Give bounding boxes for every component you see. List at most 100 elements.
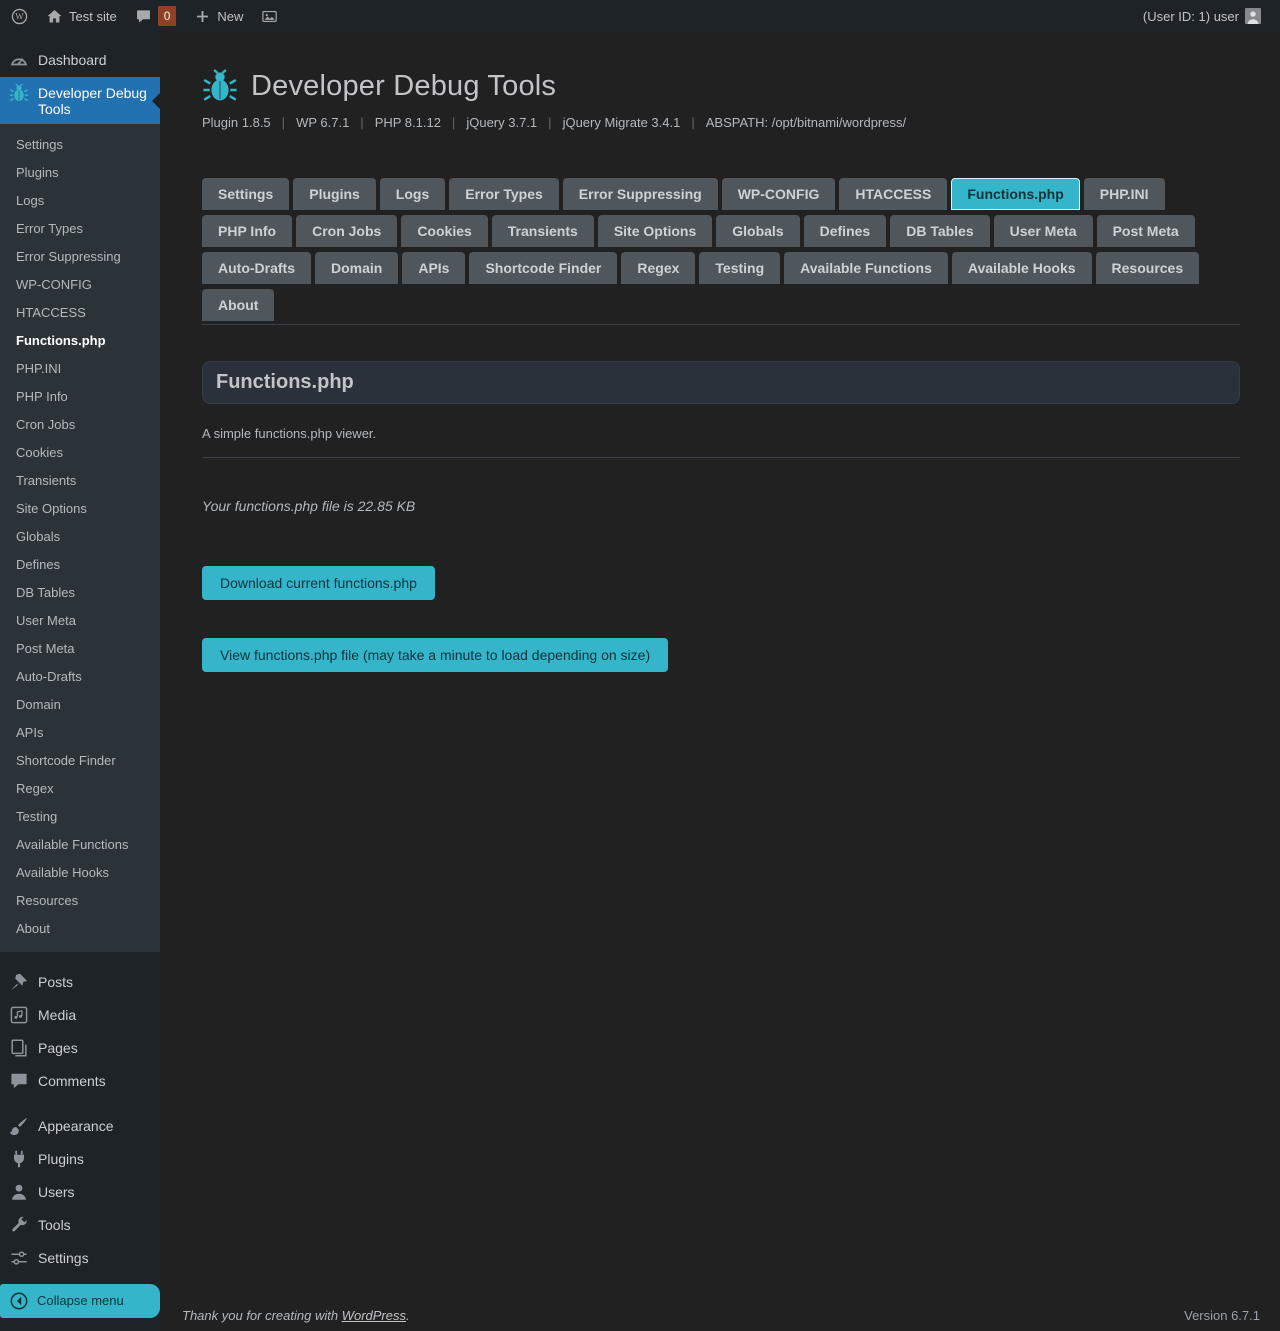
sidebar-item-plugins[interactable]: Plugins (0, 1143, 160, 1176)
account-menu[interactable]: (User ID: 1) user (1134, 0, 1270, 32)
collapse-menu-button[interactable]: Collapse menu (0, 1284, 160, 1318)
sidebar-subitem-transients[interactable]: Transients (0, 467, 160, 495)
tab-error-types[interactable]: Error Types (449, 178, 559, 210)
sidebar-item-users[interactable]: Users (0, 1176, 160, 1209)
sidebar-item-label: Media (38, 1006, 76, 1023)
tab-php-info[interactable]: PHP Info (202, 215, 292, 247)
sidebar-subitem-available-hooks[interactable]: Available Hooks (0, 859, 160, 887)
new-label: New (217, 9, 243, 24)
tab-apis[interactable]: APIs (402, 252, 465, 284)
tab-settings[interactable]: Settings (202, 178, 289, 210)
sidebar-subitem-db-tables[interactable]: DB Tables (0, 579, 160, 607)
admin-bar-left: W Test site 0 New (2, 0, 287, 32)
wordpress-logo-button[interactable]: W (2, 0, 37, 32)
tab-logs[interactable]: Logs (380, 178, 445, 210)
sidebar-subitem-php-ini[interactable]: PHP.INI (0, 355, 160, 383)
tab-domain[interactable]: Domain (315, 252, 398, 284)
sidebar-subitem-logs[interactable]: Logs (0, 187, 160, 215)
sidebar-subitem-error-types[interactable]: Error Types (0, 215, 160, 243)
sidebar-subitem-regex[interactable]: Regex (0, 775, 160, 803)
sidebar-subitem-error-suppressing[interactable]: Error Suppressing (0, 243, 160, 271)
tab-transients[interactable]: Transients (492, 215, 594, 247)
menu-separator (0, 952, 160, 966)
sidebar-subitem-testing[interactable]: Testing (0, 803, 160, 831)
sidebar-subitem-cookies[interactable]: Cookies (0, 439, 160, 467)
tab-plugins[interactable]: Plugins (293, 178, 376, 210)
sidebar-item-posts[interactable]: Posts (0, 966, 160, 999)
sidebar-subitem-domain[interactable]: Domain (0, 691, 160, 719)
sidebar-subitem-about[interactable]: About (0, 915, 160, 943)
tab-testing[interactable]: Testing (699, 252, 780, 284)
tab-user-meta[interactable]: User Meta (994, 215, 1093, 247)
sidebar-subitem-defines[interactable]: Defines (0, 551, 160, 579)
sidebar-subitem-apis[interactable]: APIs (0, 719, 160, 747)
plug-icon (9, 1149, 29, 1169)
sidebar-submenu: SettingsPluginsLogsError TypesError Supp… (0, 124, 160, 952)
tab-htaccess[interactable]: HTACCESS (839, 178, 947, 210)
sidebar-subitem-plugins[interactable]: Plugins (0, 159, 160, 187)
sidebar-subitem-cron-jobs[interactable]: Cron Jobs (0, 411, 160, 439)
sidebar-subitem-globals[interactable]: Globals (0, 523, 160, 551)
sidebar-subitem-php-info[interactable]: PHP Info (0, 383, 160, 411)
sidebar-subitem-shortcode-finder[interactable]: Shortcode Finder (0, 747, 160, 775)
tab-about[interactable]: About (202, 289, 274, 321)
tab-wp-config[interactable]: WP-CONFIG (722, 178, 836, 210)
tab-defines[interactable]: Defines (804, 215, 887, 247)
sidebar-item-developer-debug-tools[interactable]: Developer Debug Tools (0, 77, 160, 124)
sidebar-item-tools[interactable]: Tools (0, 1209, 160, 1242)
tab-cookies[interactable]: Cookies (401, 215, 487, 247)
sidebar-subitem-post-meta[interactable]: Post Meta (0, 635, 160, 663)
tab-available-functions[interactable]: Available Functions (784, 252, 948, 284)
site-name-link[interactable]: Test site (37, 0, 126, 32)
media-shortcut-button[interactable] (252, 0, 287, 32)
panel-description: A simple functions.php viewer. (202, 426, 1240, 441)
sidebar-subitem-user-meta[interactable]: User Meta (0, 607, 160, 635)
sidebar-subitem-functions-php[interactable]: Functions.php (0, 327, 160, 355)
bug-icon (202, 68, 238, 104)
sidebar-item-label: Plugins (38, 1150, 84, 1167)
sidebar-item-label: Comments (38, 1072, 106, 1089)
tab-auto-drafts[interactable]: Auto-Drafts (202, 252, 311, 284)
tab-globals[interactable]: Globals (716, 215, 799, 247)
sidebar-menu-group-2: Appearance Plugins UsersToolsSettings (0, 1110, 160, 1275)
sidebar-subitem-auto-drafts[interactable]: Auto-Drafts (0, 663, 160, 691)
tab-site-options[interactable]: Site Options (598, 215, 712, 247)
comment-bubble-icon (135, 8, 152, 25)
sidebar-item-settings[interactable]: Settings (0, 1242, 160, 1275)
new-content-button[interactable]: New (185, 0, 252, 32)
sidebar-subitem-settings[interactable]: Settings (0, 131, 160, 159)
tab-available-hooks[interactable]: Available Hooks (952, 252, 1092, 284)
sidebar-item-dashboard[interactable]: Dashboard (0, 44, 160, 77)
view-functions-button[interactable]: View functions.php file (may take a minu… (202, 638, 668, 672)
sidebar-item-pages[interactable]: Pages (0, 1032, 160, 1065)
wordpress-link[interactable]: WordPress (342, 1308, 406, 1323)
sidebar-item-comments[interactable]: Comments (0, 1065, 160, 1098)
media-icon (9, 1005, 29, 1025)
tab-php-ini[interactable]: PHP.INI (1084, 178, 1165, 210)
sidebar-subitem-wp-config[interactable]: WP-CONFIG (0, 271, 160, 299)
sidebar-item-appearance[interactable]: Appearance (0, 1110, 160, 1143)
tab-resources[interactable]: Resources (1096, 252, 1200, 284)
plugin-meta: Plugin 1.8.5|WP 6.7.1|PHP 8.1.12|jQuery … (202, 115, 1240, 130)
tab-shortcode-finder[interactable]: Shortcode Finder (469, 252, 617, 284)
meta-separator: | (282, 115, 285, 130)
collapse-label: Collapse menu (37, 1291, 124, 1311)
sidebar-subitem-resources[interactable]: Resources (0, 887, 160, 915)
tab-post-meta[interactable]: Post Meta (1097, 215, 1195, 247)
sidebar-item-media[interactable]: Media (0, 999, 160, 1032)
panel-title: Functions.php (216, 371, 1226, 394)
wordpress-logo-icon: W (11, 8, 28, 25)
sidebar-subitem-htaccess[interactable]: HTACCESS (0, 299, 160, 327)
tab-functions-php[interactable]: Functions.php (951, 178, 1079, 210)
tab-cron-jobs[interactable]: Cron Jobs (296, 215, 397, 247)
tab-regex[interactable]: Regex (621, 252, 695, 284)
sidebar-subitem-available-functions[interactable]: Available Functions (0, 831, 160, 859)
dashboard-icon (9, 50, 29, 70)
comments-link[interactable]: 0 (126, 0, 186, 32)
footer-credit: Thank you for creating with WordPress. (182, 1308, 410, 1323)
tab-error-suppressing[interactable]: Error Suppressing (563, 178, 718, 210)
download-functions-button[interactable]: Download current functions.php (202, 566, 435, 600)
sidebar-item-label: Developer Debug Tools (38, 84, 152, 117)
sidebar-subitem-site-options[interactable]: Site Options (0, 495, 160, 523)
tab-db-tables[interactable]: DB Tables (890, 215, 989, 247)
